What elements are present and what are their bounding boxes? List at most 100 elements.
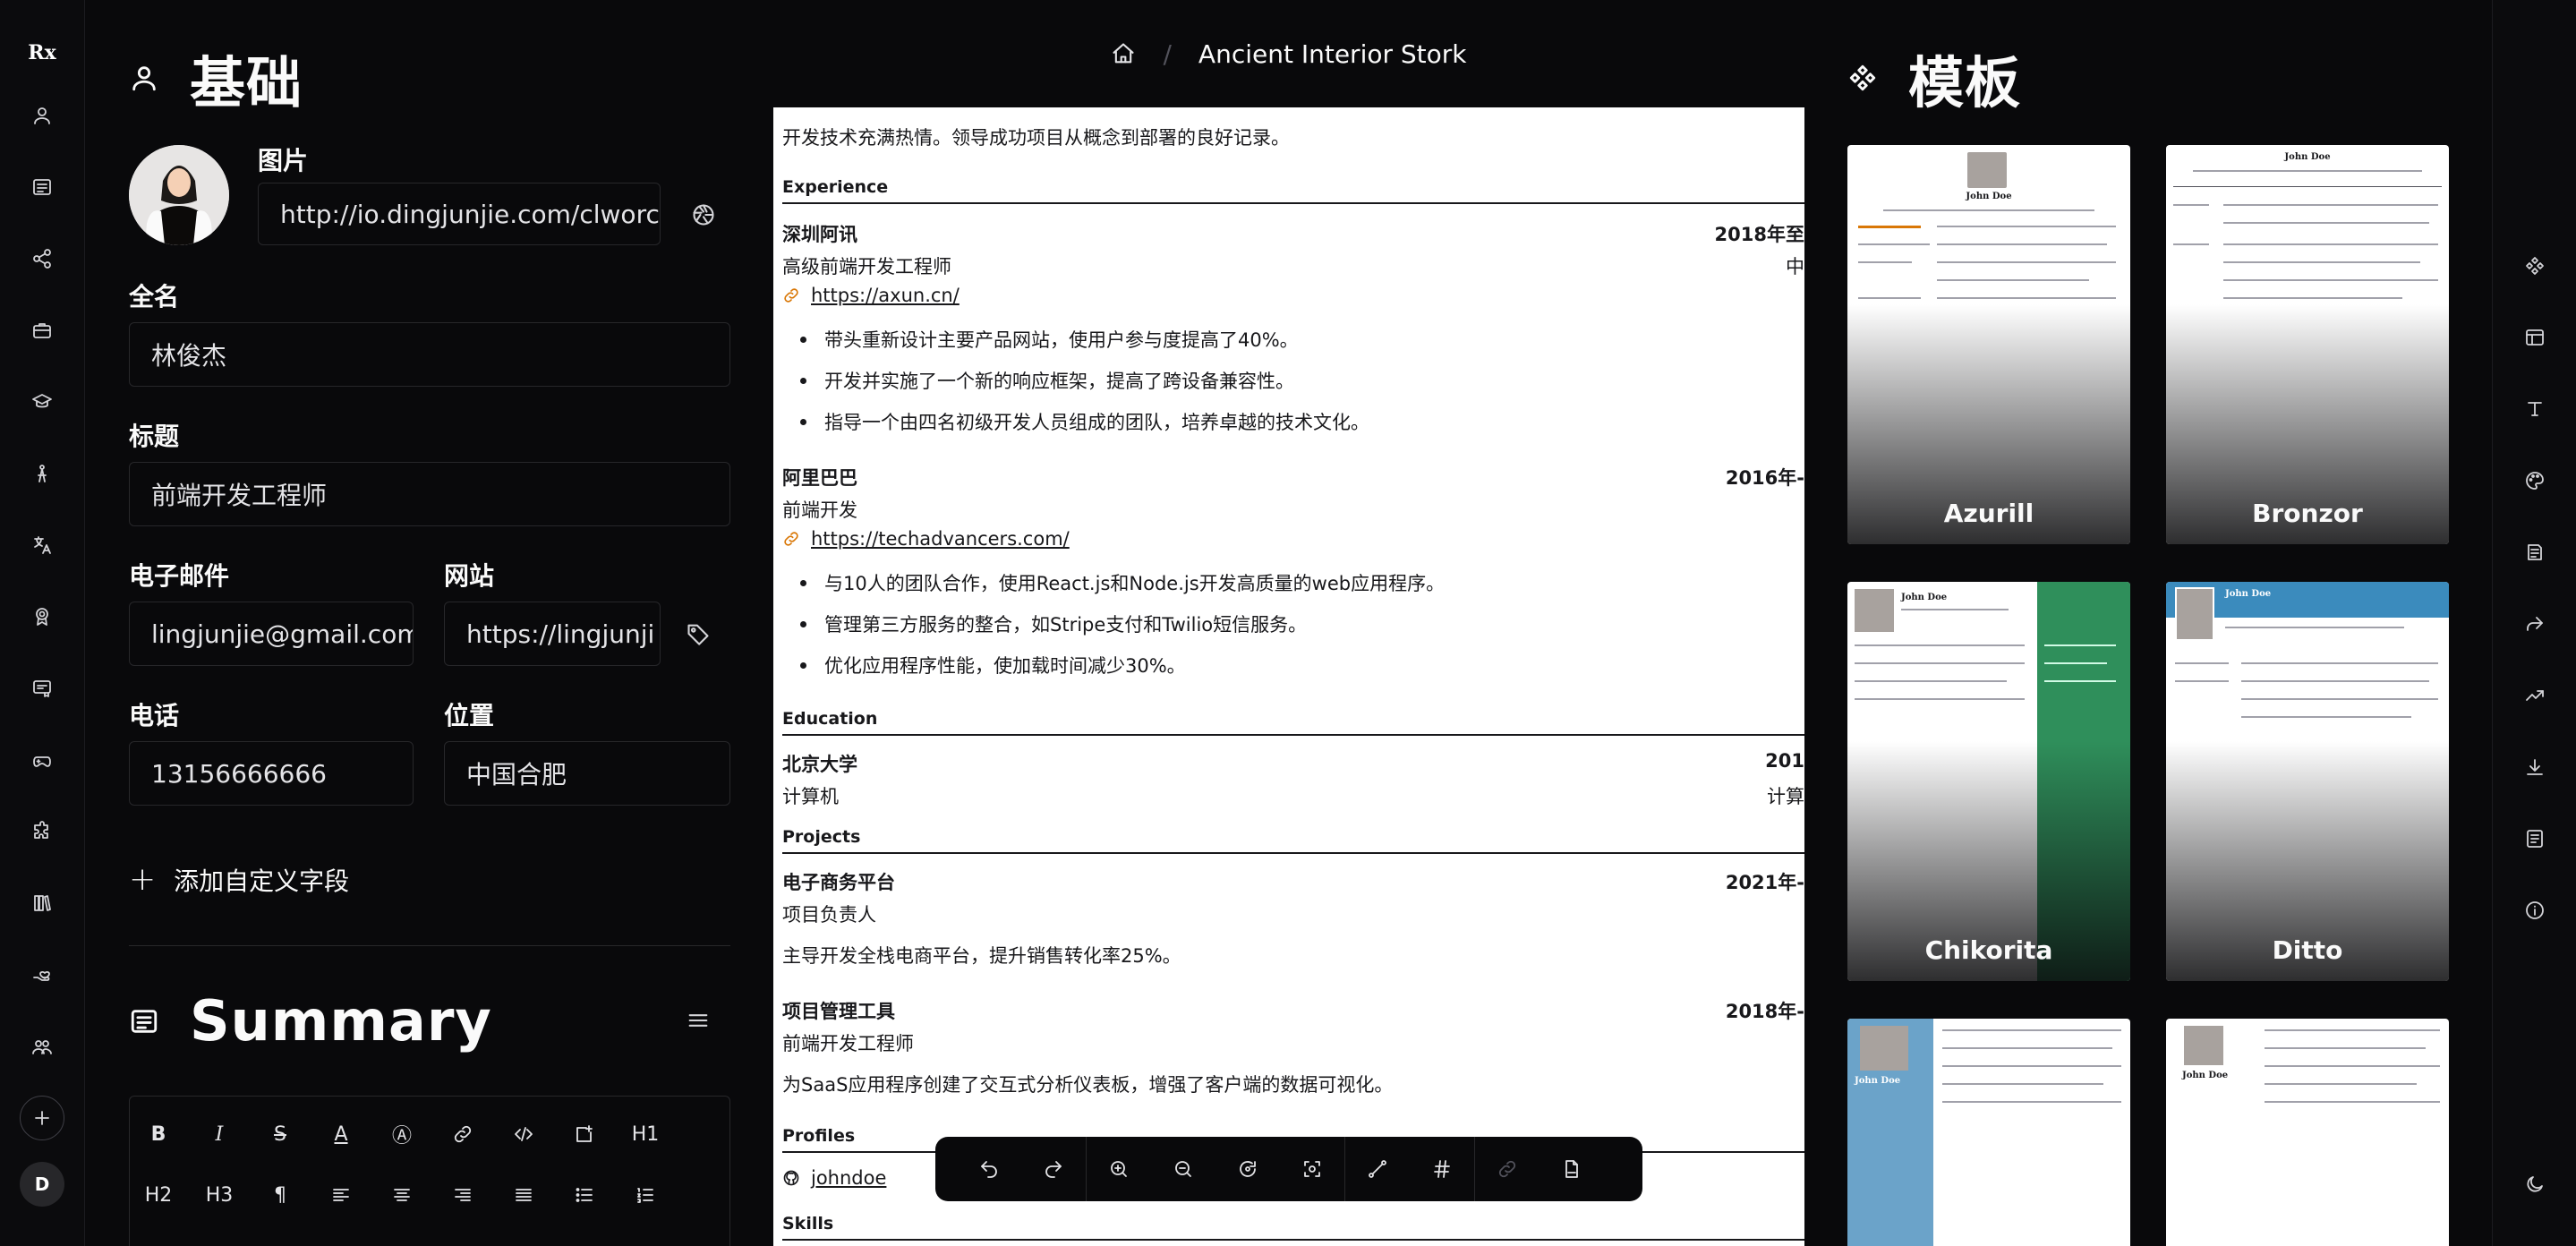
location-input[interactable]: 中国合肥: [444, 741, 730, 806]
template-card[interactable]: John Doe: [2166, 1019, 2449, 1246]
user-avatar[interactable]: D: [20, 1162, 64, 1207]
strikethrough-button[interactable]: S: [260, 1114, 300, 1154]
reset-zoom-icon[interactable]: [1215, 1137, 1280, 1201]
heading1-button[interactable]: H1: [626, 1114, 665, 1154]
italic-button[interactable]: I: [200, 1114, 239, 1154]
zoom-out-icon[interactable]: [1151, 1137, 1215, 1201]
github-icon: [783, 1170, 799, 1186]
align-right-icon[interactable]: [443, 1175, 482, 1215]
underline-button[interactable]: A: [321, 1114, 361, 1154]
add-section-button[interactable]: [20, 1096, 64, 1140]
profile-link[interactable]: johndoe: [782, 1167, 886, 1189]
redo-icon[interactable]: [1021, 1137, 1086, 1201]
template-line: [1937, 297, 2116, 299]
template-line: [1855, 644, 2025, 646]
template-line: [2223, 279, 2438, 281]
email-input[interactable]: lingjunjie@gmail.com: [129, 602, 414, 666]
skills-nav-icon[interactable]: [20, 451, 64, 496]
tag-icon[interactable]: [680, 616, 716, 652]
website-input[interactable]: https://lingjunji: [444, 602, 661, 666]
experience-company: 阿里巴巴: [782, 467, 857, 489]
basics-nav-icon[interactable]: [20, 93, 64, 138]
template-card[interactable]: John Doe: [1847, 1019, 2130, 1246]
image-icon[interactable]: [565, 1114, 604, 1154]
information-icon[interactable]: [2512, 888, 2557, 933]
align-justify-icon[interactable]: [504, 1175, 543, 1215]
education-area: 计算机: [782, 786, 839, 807]
notes-icon[interactable]: [2512, 816, 2557, 861]
align-center-icon[interactable]: [382, 1175, 422, 1215]
home-icon[interactable]: [1111, 41, 1136, 66]
export-icon[interactable]: [2512, 745, 2557, 789]
certifications-nav-icon[interactable]: [20, 666, 64, 711]
highlight-button[interactable]: Ⓐ: [382, 1114, 422, 1154]
awards-nav-icon[interactable]: [20, 594, 64, 639]
template-card-chikorita[interactable]: John Doe Chikorita: [1847, 582, 2130, 981]
resume-title[interactable]: Ancient Interior Stork: [1198, 39, 1467, 69]
profile-picture[interactable]: [129, 145, 229, 245]
theme-palette-icon[interactable]: [2512, 458, 2557, 503]
share-icon[interactable]: [2512, 602, 2557, 646]
left-sidebar-rail: Rx D: [0, 0, 85, 1246]
align-left-icon[interactable]: [321, 1175, 361, 1215]
resume-page[interactable]: 开发技术充满热情。领导成功项目从概念到部署的良好记录。 Experience 深…: [773, 107, 1804, 1246]
template-line: [2175, 662, 2229, 664]
ordered-list-icon[interactable]: [626, 1175, 665, 1215]
app-logo[interactable]: Rx: [20, 30, 64, 75]
phone-input[interactable]: 13156666666: [129, 741, 414, 806]
statistics-icon[interactable]: [2512, 673, 2557, 718]
template-sample-name: John Doe: [1901, 593, 1948, 602]
references-nav-icon[interactable]: [20, 1024, 64, 1069]
center-artboard-icon[interactable]: [1280, 1137, 1344, 1201]
code-icon[interactable]: [504, 1114, 543, 1154]
experience-link[interactable]: https://axun.cn/: [782, 285, 960, 306]
volunteer-nav-icon[interactable]: [20, 952, 64, 997]
templates-panel: 模板 John Doe Azurill John Doe Bronzor Joh…: [1804, 0, 2492, 1246]
paragraph-button[interactable]: ¶: [260, 1175, 300, 1215]
publications-nav-icon[interactable]: [20, 881, 64, 926]
page-settings-icon[interactable]: [2512, 530, 2557, 575]
template-diamond-icon[interactable]: [2512, 243, 2557, 288]
education-nav-icon[interactable]: [20, 380, 64, 424]
template-card-bronzor[interactable]: John Doe Bronzor: [2166, 145, 2449, 544]
headline-input[interactable]: 前端开发工程师: [129, 462, 730, 526]
languages-nav-icon[interactable]: [20, 523, 64, 568]
bullet-list-icon[interactable]: [565, 1175, 604, 1215]
template-card-azurill[interactable]: John Doe Azurill: [1847, 145, 2130, 544]
phone-label: 电话: [129, 701, 180, 730]
typography-icon[interactable]: [2512, 387, 2557, 431]
template-line: [2265, 1065, 2440, 1067]
picture-url-input[interactable]: http://io.dingjunjie.com/clworc4: [258, 183, 661, 245]
toggle-page-numbers-icon[interactable]: [1410, 1137, 1474, 1201]
bold-button[interactable]: B: [139, 1114, 178, 1154]
layout-icon[interactable]: [2512, 315, 2557, 360]
add-custom-field-button[interactable]: + 添加自定义字段: [129, 861, 349, 898]
interests-nav-icon[interactable]: [20, 738, 64, 782]
toggle-page-break-icon[interactable]: [1345, 1137, 1410, 1201]
aperture-icon[interactable]: [686, 197, 721, 233]
project-date: 2021年-: [1725, 872, 1804, 893]
summary-nav-icon[interactable]: [20, 165, 64, 209]
heading3-button[interactable]: H3: [200, 1175, 239, 1215]
education-school: 北京大学: [782, 754, 857, 775]
experience-link[interactable]: https://techadvancers.com/: [782, 528, 1070, 550]
summary-editor[interactable]: B I S A Ⓐ H1 H2 H3 ¶: [129, 1096, 730, 1246]
experience-nav-icon[interactable]: [20, 308, 64, 353]
profiles-nav-icon[interactable]: [20, 236, 64, 281]
project-role: 项目负责人: [782, 904, 876, 926]
template-card-ditto[interactable]: John Doe Ditto: [2166, 582, 2449, 981]
add-custom-field-label: 添加自定义字段: [174, 866, 350, 896]
download-pdf-icon[interactable]: [1540, 1137, 1604, 1201]
menu-icon[interactable]: [680, 1003, 716, 1038]
link-icon[interactable]: [443, 1114, 482, 1154]
copy-link-icon[interactable]: [1475, 1137, 1540, 1201]
dark-mode-icon[interactable]: [2512, 1162, 2557, 1207]
project-role: 前端开发工程师: [782, 1033, 914, 1054]
undo-icon[interactable]: [957, 1137, 1021, 1201]
resume-preview-area: / Ancient Interior Stork 开发技术充满热情。领导成功项目…: [773, 0, 1804, 1246]
projects-nav-icon[interactable]: [20, 809, 64, 854]
zoom-in-icon[interactable]: [1087, 1137, 1151, 1201]
fullname-input[interactable]: 林俊杰: [129, 322, 730, 387]
template-name: Bronzor: [2252, 499, 2363, 528]
heading2-button[interactable]: H2: [139, 1175, 178, 1215]
